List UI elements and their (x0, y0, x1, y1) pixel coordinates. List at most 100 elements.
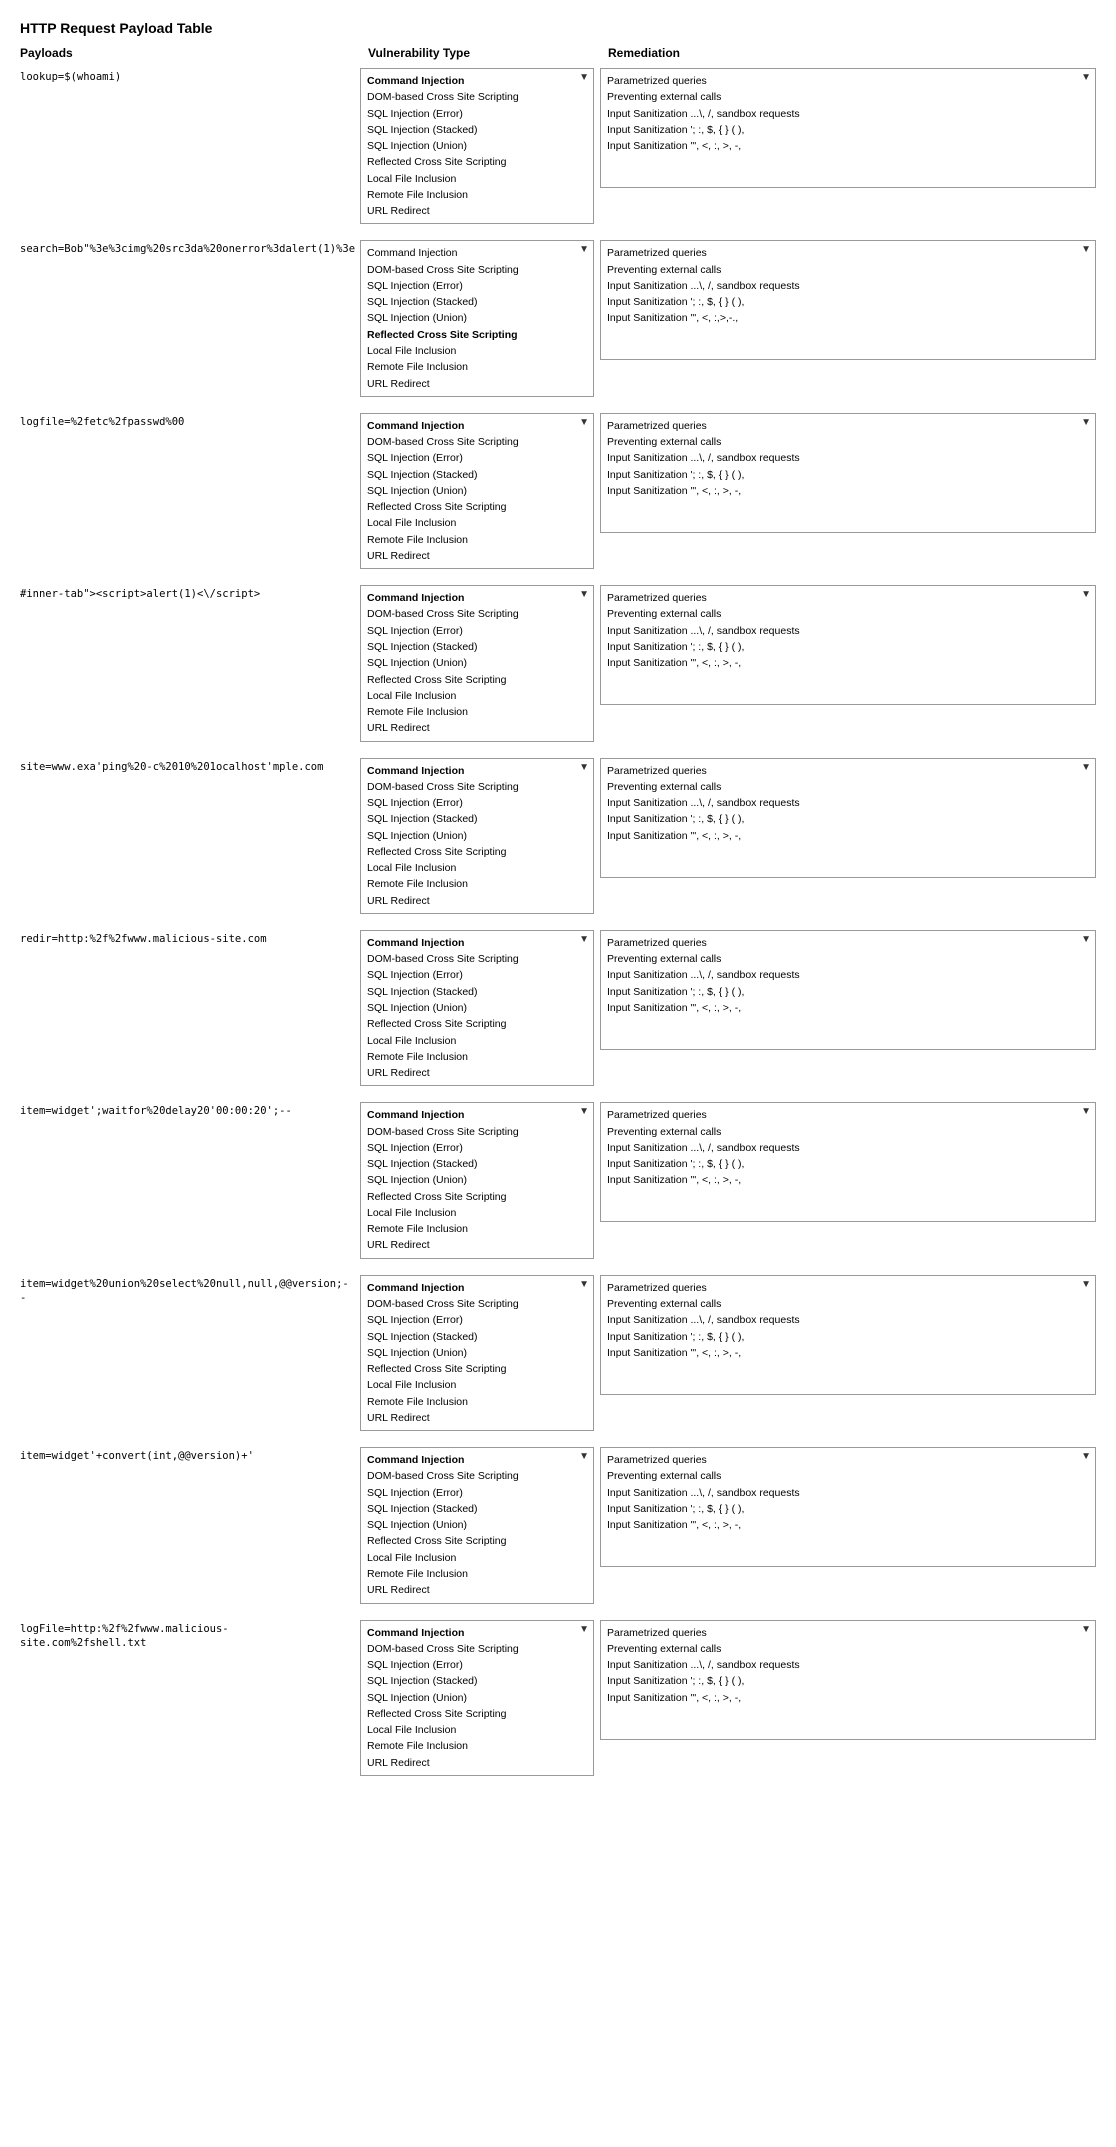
vulnerability-option[interactable]: SQL Injection (Union) (367, 655, 587, 671)
vulnerability-option[interactable]: Local File Inclusion (367, 171, 587, 187)
vulnerability-option[interactable]: DOM-based Cross Site Scripting (367, 779, 587, 795)
vulnerability-option[interactable]: Remote File Inclusion (367, 1049, 587, 1065)
vulnerability-dropdown[interactable]: ▼Command InjectionDOM-based Cross Site S… (360, 1447, 594, 1603)
vulnerability-dropdown[interactable]: ▼Command InjectionDOM-based Cross Site S… (360, 240, 594, 396)
vulnerability-option[interactable]: SQL Injection (Stacked) (367, 811, 587, 827)
vulnerability-option[interactable]: Reflected Cross Site Scripting (367, 672, 587, 688)
vulnerability-option[interactable]: Remote File Inclusion (367, 532, 587, 548)
vulnerability-option[interactable]: URL Redirect (367, 893, 587, 909)
vulnerability-option[interactable]: Remote File Inclusion (367, 1566, 587, 1582)
vulnerability-dropdown[interactable]: ▼Command InjectionDOM-based Cross Site S… (360, 1620, 594, 1776)
vulnerability-dropdown[interactable]: ▼Command InjectionDOM-based Cross Site S… (360, 585, 594, 741)
vulnerability-option[interactable]: DOM-based Cross Site Scripting (367, 951, 587, 967)
vulnerability-option[interactable]: Remote File Inclusion (367, 187, 587, 203)
vulnerability-option[interactable]: URL Redirect (367, 203, 587, 219)
vulnerability-option[interactable]: Reflected Cross Site Scripting (367, 1016, 587, 1032)
vulnerability-dropdown[interactable]: ▼Command InjectionDOM-based Cross Site S… (360, 413, 594, 569)
vulnerability-option[interactable]: DOM-based Cross Site Scripting (367, 1296, 587, 1312)
remediation-dropdown[interactable]: ▼Parametrized queriesPreventing external… (600, 758, 1096, 878)
vulnerability-option[interactable]: URL Redirect (367, 720, 587, 736)
remediation-dropdown[interactable]: ▼Parametrized queriesPreventing external… (600, 585, 1096, 705)
vulnerability-option[interactable]: SQL Injection (Error) (367, 623, 587, 639)
vulnerability-option[interactable]: DOM-based Cross Site Scripting (367, 434, 587, 450)
vulnerability-option[interactable]: SQL Injection (Union) (367, 483, 587, 499)
vulnerability-option[interactable]: Remote File Inclusion (367, 876, 587, 892)
vulnerability-option[interactable]: SQL Injection (Union) (367, 1000, 587, 1016)
vulnerability-option[interactable]: Command Injection (367, 935, 587, 951)
vulnerability-option[interactable]: SQL Injection (Error) (367, 1485, 587, 1501)
vulnerability-option[interactable]: Remote File Inclusion (367, 1394, 587, 1410)
vulnerability-option[interactable]: SQL Injection (Error) (367, 278, 587, 294)
vulnerability-dropdown[interactable]: ▼Command InjectionDOM-based Cross Site S… (360, 930, 594, 1086)
vulnerability-option[interactable]: Command Injection (367, 73, 587, 89)
vulnerability-option[interactable]: Command Injection (367, 418, 587, 434)
vulnerability-option[interactable]: SQL Injection (Stacked) (367, 467, 587, 483)
vulnerability-option[interactable]: SQL Injection (Stacked) (367, 1501, 587, 1517)
vulnerability-option[interactable]: Command Injection (367, 590, 587, 606)
vulnerability-dropdown[interactable]: ▼Command InjectionDOM-based Cross Site S… (360, 758, 594, 914)
vulnerability-option[interactable]: Local File Inclusion (367, 1722, 587, 1738)
vulnerability-option[interactable]: Local File Inclusion (367, 688, 587, 704)
vulnerability-option[interactable]: Remote File Inclusion (367, 1221, 587, 1237)
vulnerability-option[interactable]: Reflected Cross Site Scripting (367, 844, 587, 860)
vulnerability-option[interactable]: Reflected Cross Site Scripting (367, 154, 587, 170)
vulnerability-option[interactable]: Command Injection (367, 763, 587, 779)
remediation-dropdown[interactable]: ▼Parametrized queriesPreventing external… (600, 1447, 1096, 1567)
vulnerability-option[interactable]: URL Redirect (367, 1237, 587, 1253)
vulnerability-option[interactable]: SQL Injection (Union) (367, 1517, 587, 1533)
vulnerability-option[interactable]: SQL Injection (Error) (367, 1657, 587, 1673)
vulnerability-option[interactable]: Reflected Cross Site Scripting (367, 1189, 587, 1205)
vulnerability-option[interactable]: Local File Inclusion (367, 343, 587, 359)
vulnerability-option[interactable]: SQL Injection (Stacked) (367, 639, 587, 655)
vulnerability-option[interactable]: URL Redirect (367, 1410, 587, 1426)
vulnerability-option[interactable]: SQL Injection (Error) (367, 450, 587, 466)
vulnerability-option[interactable]: SQL Injection (Error) (367, 795, 587, 811)
vulnerability-option[interactable]: Reflected Cross Site Scripting (367, 327, 587, 343)
vulnerability-option[interactable]: SQL Injection (Union) (367, 1345, 587, 1361)
vulnerability-option[interactable]: Command Injection (367, 1280, 587, 1296)
vulnerability-option[interactable]: URL Redirect (367, 1582, 587, 1598)
vulnerability-option[interactable]: DOM-based Cross Site Scripting (367, 1641, 587, 1657)
remediation-dropdown[interactable]: ▼Parametrized queriesPreventing external… (600, 413, 1096, 533)
vulnerability-option[interactable]: URL Redirect (367, 376, 587, 392)
vulnerability-option[interactable]: DOM-based Cross Site Scripting (367, 262, 587, 278)
vulnerability-option[interactable]: Local File Inclusion (367, 1377, 587, 1393)
vulnerability-option[interactable]: Reflected Cross Site Scripting (367, 1533, 587, 1549)
vulnerability-option[interactable]: SQL Injection (Error) (367, 1140, 587, 1156)
vulnerability-option[interactable]: Command Injection (367, 1625, 587, 1641)
vulnerability-option[interactable]: Reflected Cross Site Scripting (367, 1361, 587, 1377)
vulnerability-option[interactable]: Local File Inclusion (367, 1550, 587, 1566)
vulnerability-option[interactable]: Remote File Inclusion (367, 1738, 587, 1754)
vulnerability-option[interactable]: SQL Injection (Stacked) (367, 122, 587, 138)
remediation-dropdown[interactable]: ▼Parametrized queriesPreventing external… (600, 240, 1096, 360)
vulnerability-option[interactable]: Local File Inclusion (367, 515, 587, 531)
vulnerability-option[interactable]: SQL Injection (Stacked) (367, 1673, 587, 1689)
vulnerability-option[interactable]: SQL Injection (Stacked) (367, 1329, 587, 1345)
vulnerability-dropdown[interactable]: ▼Command InjectionDOM-based Cross Site S… (360, 68, 594, 224)
vulnerability-option[interactable]: SQL Injection (Error) (367, 106, 587, 122)
vulnerability-option[interactable]: DOM-based Cross Site Scripting (367, 1468, 587, 1484)
remediation-dropdown[interactable]: ▼Parametrized queriesPreventing external… (600, 1620, 1096, 1740)
vulnerability-option[interactable]: Command Injection (367, 245, 587, 261)
vulnerability-option[interactable]: Command Injection (367, 1452, 587, 1468)
vulnerability-option[interactable]: Local File Inclusion (367, 1033, 587, 1049)
vulnerability-option[interactable]: SQL Injection (Stacked) (367, 294, 587, 310)
vulnerability-dropdown[interactable]: ▼Command InjectionDOM-based Cross Site S… (360, 1275, 594, 1431)
vulnerability-option[interactable]: Local File Inclusion (367, 1205, 587, 1221)
vulnerability-option[interactable]: SQL Injection (Union) (367, 310, 587, 326)
vulnerability-option[interactable]: Reflected Cross Site Scripting (367, 1706, 587, 1722)
vulnerability-option[interactable]: DOM-based Cross Site Scripting (367, 606, 587, 622)
vulnerability-option[interactable]: SQL Injection (Error) (367, 967, 587, 983)
vulnerability-option[interactable]: URL Redirect (367, 548, 587, 564)
vulnerability-option[interactable]: SQL Injection (Stacked) (367, 1156, 587, 1172)
vulnerability-option[interactable]: DOM-based Cross Site Scripting (367, 1124, 587, 1140)
vulnerability-option[interactable]: URL Redirect (367, 1755, 587, 1771)
vulnerability-option[interactable]: Reflected Cross Site Scripting (367, 499, 587, 515)
remediation-dropdown[interactable]: ▼Parametrized queriesPreventing external… (600, 68, 1096, 188)
vulnerability-option[interactable]: Remote File Inclusion (367, 359, 587, 375)
vulnerability-option[interactable]: SQL Injection (Union) (367, 1690, 587, 1706)
vulnerability-option[interactable]: DOM-based Cross Site Scripting (367, 89, 587, 105)
vulnerability-option[interactable]: SQL Injection (Union) (367, 1172, 587, 1188)
vulnerability-option[interactable]: SQL Injection (Error) (367, 1312, 587, 1328)
remediation-dropdown[interactable]: ▼Parametrized queriesPreventing external… (600, 1102, 1096, 1222)
